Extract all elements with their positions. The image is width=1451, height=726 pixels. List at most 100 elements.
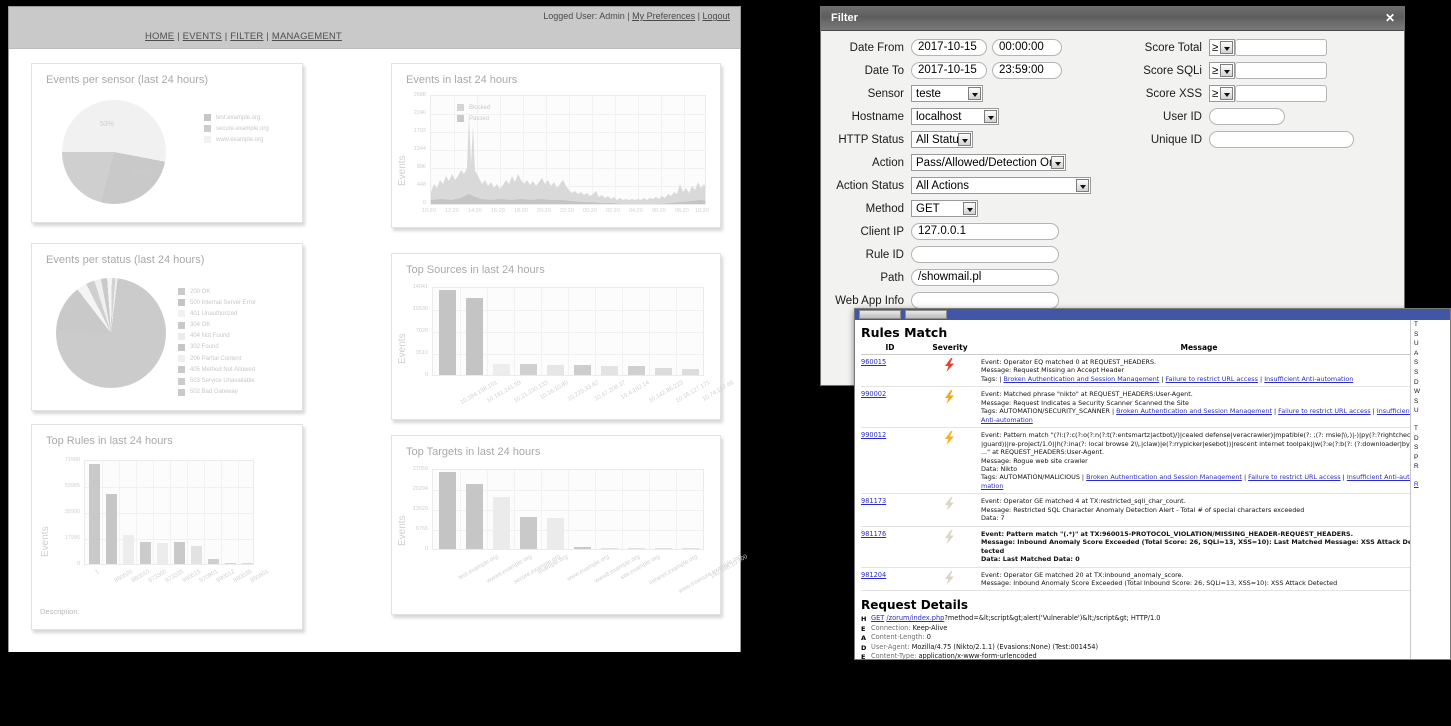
rule-id-link[interactable]: 960015 bbox=[861, 358, 886, 366]
col-header-severity: Severity bbox=[919, 342, 981, 355]
pie-label-200: 73% bbox=[72, 356, 86, 363]
method-select[interactable]: GET bbox=[911, 200, 978, 217]
tag-link[interactable]: Broken Authentication and Session Manage… bbox=[1004, 375, 1160, 383]
x-tick: 08:20 bbox=[675, 208, 689, 214]
nav-management[interactable]: MANAGEMENT bbox=[272, 31, 342, 42]
field-http-status: HTTP Status All Status bbox=[821, 131, 1111, 148]
table-row[interactable]: 990002 Event: Matched phrase "nikto" at … bbox=[861, 387, 1417, 428]
message-cell: Event: Operator GE matched 20 at TX:inbo… bbox=[981, 567, 1417, 591]
request-path-link[interactable]: /zorum/index.php bbox=[886, 614, 944, 622]
rule-id-link[interactable]: 990002 bbox=[861, 390, 886, 398]
header-key: Connection: bbox=[871, 624, 911, 632]
rules-match-body: 960015 Event: Operator EQ matched 0 at R… bbox=[861, 355, 1417, 591]
clip-text: T bbox=[1411, 320, 1450, 330]
y-tick: 14041 bbox=[404, 284, 428, 290]
bar-chart-top-rules: Events 71980 53985 35990 17995 0 bbox=[32, 447, 302, 627]
rule-id-link[interactable]: 981173 bbox=[861, 497, 886, 505]
nav-filter[interactable]: FILTER bbox=[230, 31, 263, 42]
x-tick: 06:20 bbox=[652, 208, 666, 214]
path-input[interactable]: /showmail.pl bbox=[911, 269, 1059, 286]
table-row[interactable]: 990012 Event: Pattern match "(?i:(?:c(?:… bbox=[861, 428, 1417, 494]
filter-title-bar[interactable]: Filter ✕ bbox=[821, 7, 1404, 31]
rule-id-link[interactable]: 990012 bbox=[861, 431, 886, 439]
legend-label: 206 Partial Content bbox=[190, 356, 241, 362]
rule-id-link[interactable]: 981204 bbox=[861, 571, 886, 579]
pie-label-www: 53% bbox=[100, 121, 114, 128]
header-value: Mozilla/4.75 (Nikto/2.1.1) (Evasions:Non… bbox=[912, 643, 1098, 651]
web-app-info-input[interactable] bbox=[911, 292, 1059, 309]
rule-id-link[interactable]: 981176 bbox=[861, 530, 886, 538]
panel-events-per-status: Events per status (last 24 hours) 73% 14… bbox=[31, 243, 303, 411]
panel-top-targets: Top Targets in last 24 hours Events 2705… bbox=[391, 435, 721, 615]
x-tick: 990012 bbox=[216, 569, 236, 584]
pie-events-per-sensor: 53% 26% 22% test.example.org secure.exam… bbox=[32, 86, 302, 214]
legend-swatch-icon bbox=[178, 310, 185, 317]
time-to-input[interactable]: 23:59:00 bbox=[992, 62, 1062, 79]
header-key: Content-Type: bbox=[871, 652, 916, 660]
clip-link-text[interactable]: R bbox=[1414, 481, 1419, 488]
bar bbox=[439, 290, 456, 375]
bar bbox=[628, 548, 645, 549]
date-from-input[interactable]: 2017-10-15 bbox=[911, 39, 987, 56]
unique-id-input[interactable] bbox=[1209, 131, 1354, 148]
action-status-select[interactable]: All Actions bbox=[911, 177, 1091, 194]
message-line: Message: Request Missing an Accept Heade… bbox=[981, 366, 1415, 374]
table-row[interactable]: 981176 Event: Pattern match "(.*)" at TX… bbox=[861, 526, 1417, 567]
sensor-select[interactable]: teste bbox=[911, 85, 983, 102]
bar bbox=[655, 548, 672, 549]
bar bbox=[89, 464, 100, 564]
toolbar-button[interactable] bbox=[859, 310, 901, 319]
logged-user-label: Logged User: Admin bbox=[543, 11, 625, 21]
clip-link[interactable]: R bbox=[1411, 480, 1450, 490]
tag-link[interactable]: Broken Authentication and Session Manage… bbox=[1086, 473, 1242, 481]
plot-area-top-rules bbox=[84, 460, 254, 565]
user-bar: Logged User: Admin | My Preferences | Lo… bbox=[543, 11, 730, 21]
bar bbox=[574, 547, 591, 550]
message-cell: Event: Pattern match "(.*)" at TX:960015… bbox=[981, 526, 1417, 567]
y-tick: 10530 bbox=[404, 306, 428, 312]
tag-link[interactable]: Failure to restrict URL access bbox=[1166, 375, 1258, 383]
score-xss-operator-select[interactable]: ≥ bbox=[1209, 85, 1235, 102]
legend-item: 206 Partial Content bbox=[178, 355, 256, 362]
method-select-value: GET bbox=[916, 203, 940, 215]
score-total-operator-select[interactable]: ≥ bbox=[1209, 39, 1235, 56]
client-ip-input[interactable]: 127.0.0.1 bbox=[911, 223, 1059, 240]
score-sqli-input[interactable] bbox=[1235, 62, 1327, 79]
user-id-input[interactable] bbox=[1209, 108, 1285, 125]
table-row[interactable]: 981173 Event: Operator GE matched 4 at T… bbox=[861, 494, 1417, 526]
my-preferences-link[interactable]: My Preferences bbox=[632, 11, 695, 21]
score-sqli-operator-select[interactable]: ≥ bbox=[1209, 62, 1235, 79]
legend-item: test.example.org bbox=[204, 114, 269, 121]
date-to-input[interactable]: 2017-10-15 bbox=[911, 62, 987, 79]
low-bolt-icon bbox=[943, 530, 955, 544]
hostname-select[interactable]: localhost bbox=[911, 108, 999, 125]
legend-swatch-icon bbox=[204, 114, 211, 121]
score-xss-input[interactable] bbox=[1235, 85, 1327, 102]
table-row[interactable]: 960015 Event: Operator EQ matched 0 at R… bbox=[861, 355, 1417, 387]
close-icon[interactable]: ✕ bbox=[1385, 11, 1395, 25]
rule-id-input[interactable] bbox=[911, 246, 1059, 263]
table-row[interactable]: 981204 Event: Operator GE matched 20 at … bbox=[861, 567, 1417, 591]
action-select[interactable]: Pass/Allowed/Detection Only bbox=[911, 154, 1066, 171]
tag-link[interactable]: Failure to restrict URL access bbox=[1248, 473, 1340, 481]
x-tick: 22:20 bbox=[560, 208, 574, 214]
nav-events[interactable]: EVENTS bbox=[183, 31, 222, 42]
field-label: HTTP Status bbox=[821, 134, 911, 146]
legend-events-per-status: 200 OK 500 Internal Server Error 401 Una… bbox=[178, 288, 256, 400]
tag-link[interactable]: Insufficient Anti-automation bbox=[1264, 375, 1353, 383]
field-label: Date To bbox=[821, 65, 911, 77]
http-status-select[interactable]: All Status bbox=[911, 131, 973, 148]
request-method-link[interactable]: GET bbox=[871, 614, 884, 622]
score-total-input[interactable] bbox=[1235, 39, 1327, 56]
nav-home[interactable]: HOME bbox=[145, 31, 174, 42]
pie-slices-sensor bbox=[62, 100, 166, 204]
time-from-input[interactable]: 00:00:00 bbox=[992, 39, 1062, 56]
field-rule-id: Rule ID bbox=[821, 246, 1111, 263]
toolbar-button[interactable] bbox=[905, 310, 947, 319]
logout-link[interactable]: Logout bbox=[702, 11, 730, 21]
tag-link[interactable]: Failure to restrict URL access bbox=[1278, 407, 1370, 415]
tag-link[interactable]: Broken Authentication and Session Manage… bbox=[1116, 407, 1272, 415]
message-cell: Event: Operator GE matched 4 at TX:restr… bbox=[981, 494, 1417, 526]
header-key: Content-Length: bbox=[871, 633, 925, 641]
legend-item: 503 Service Unavailable bbox=[178, 378, 256, 385]
